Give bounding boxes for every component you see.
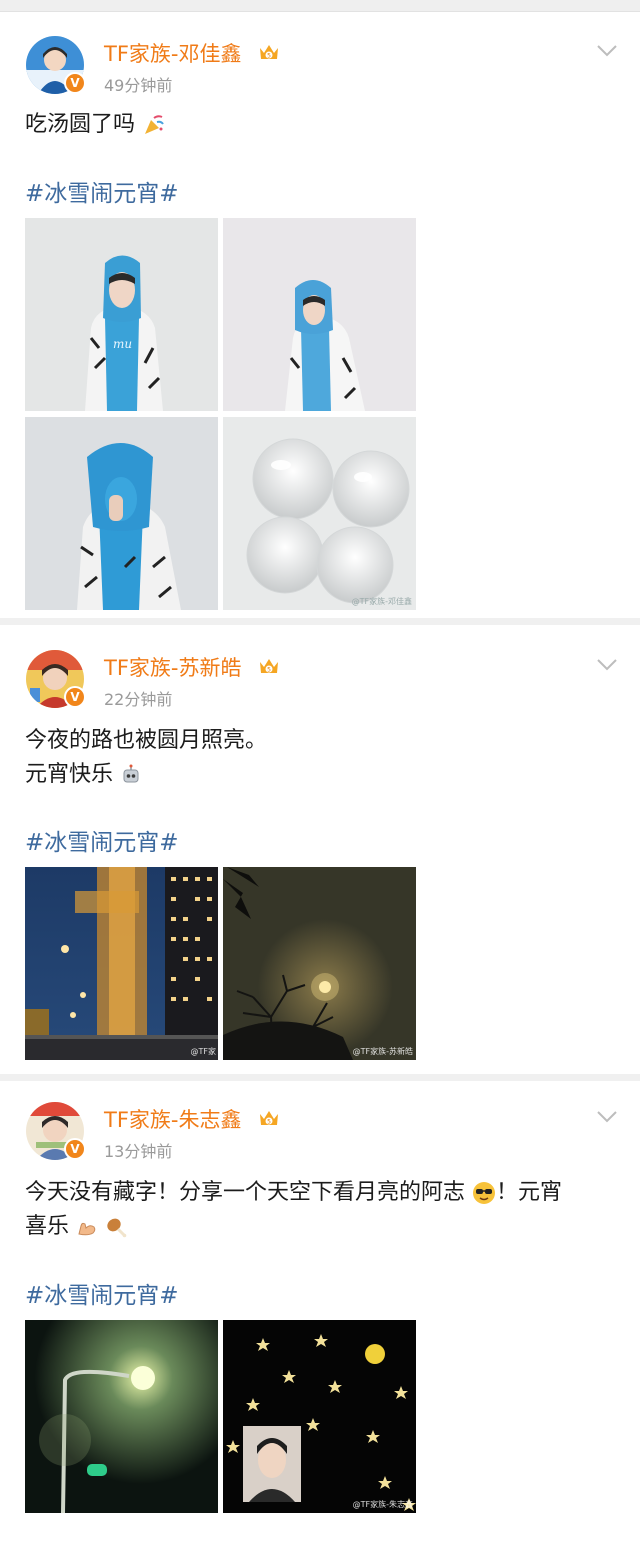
post-text: 今天没有藏字！分享一个天空下看月亮的阿志 ！元宵 — [25, 1176, 625, 1210]
author-name[interactable]: TF家族-朱志鑫 — [104, 1104, 241, 1134]
post-photo[interactable] — [223, 218, 416, 411]
post-photo[interactable]: @TF家族-苏新皓 — [223, 867, 416, 1060]
vip-level: 5 — [267, 667, 271, 674]
vip-crown-icon: 5 — [260, 659, 278, 674]
post-text-line: 今夜的路也被圆月照亮。 — [25, 728, 268, 753]
author-name[interactable]: TF家族-苏新皓 — [104, 652, 241, 682]
drumstick-icon — [107, 1218, 127, 1238]
post-text: 元宵快乐 — [25, 758, 625, 792]
post-photo[interactable]: @TF家族-朱志鑫 — [223, 1320, 416, 1513]
photo-watermark: @TF家族-苏新皓 — [352, 1047, 413, 1056]
topic-hashtag[interactable]: #冰雪闹元宵# — [25, 174, 179, 208]
topic-hashtag[interactable]: #冰雪闹元宵# — [25, 823, 179, 857]
post-text-line: ！元宵 — [496, 1180, 563, 1205]
post-time: 49分钟前 — [104, 76, 173, 95]
post-text-line: 吃汤圆了吗 — [25, 112, 136, 137]
photo-watermark: @TF家族-朱志鑫 — [352, 1500, 413, 1509]
vip-level: 5 — [267, 1119, 271, 1126]
post-photo[interactable]: @TF家 — [25, 867, 218, 1060]
sunglasses-face-icon — [473, 1182, 496, 1204]
vip-crown-icon: 5 — [260, 1111, 278, 1126]
post-text-line: 元宵快乐 — [25, 762, 114, 787]
post-text: 吃汤圆了吗 — [25, 108, 625, 142]
svg-text:mu: mu — [113, 337, 132, 351]
vip-crown-icon: 5 — [260, 45, 278, 60]
flexed-biceps-icon — [78, 1222, 96, 1236]
photo-watermark: @TF家 — [190, 1047, 217, 1056]
chevron-down-icon[interactable] — [596, 44, 618, 58]
topic-hashtag[interactable]: #冰雪闹元宵# — [25, 1276, 179, 1310]
chevron-down-icon[interactable] — [596, 658, 618, 672]
top-status-strip — [0, 0, 640, 12]
photo-watermark: @TF家族-邓佳鑫 — [351, 597, 412, 606]
post-text-line: 喜乐 — [25, 1214, 70, 1239]
post-photo[interactable]: mu — [25, 218, 218, 411]
post-divider — [0, 1074, 640, 1081]
verified-badge: V — [64, 72, 86, 94]
post-text-line: 今天没有藏字！分享一个天空下看月亮的阿志 — [25, 1180, 466, 1205]
chevron-down-icon[interactable] — [596, 1110, 618, 1124]
post-divider — [0, 618, 640, 625]
robot-icon — [123, 764, 139, 783]
verified-badge: V — [64, 686, 86, 708]
post-text: 喜乐 — [25, 1210, 625, 1244]
author-name[interactable]: TF家族-邓佳鑫 — [104, 38, 241, 68]
post-photo[interactable] — [25, 1320, 218, 1513]
party-popper-icon — [145, 115, 164, 134]
verified-badge: V — [64, 1138, 86, 1160]
post-photo[interactable]: @TF家族-邓佳鑫 — [223, 417, 416, 610]
post-time: 22分钟前 — [104, 690, 173, 709]
post-photo[interactable] — [25, 417, 218, 610]
vip-level: 5 — [267, 53, 271, 60]
post-time: 13分钟前 — [104, 1142, 173, 1161]
